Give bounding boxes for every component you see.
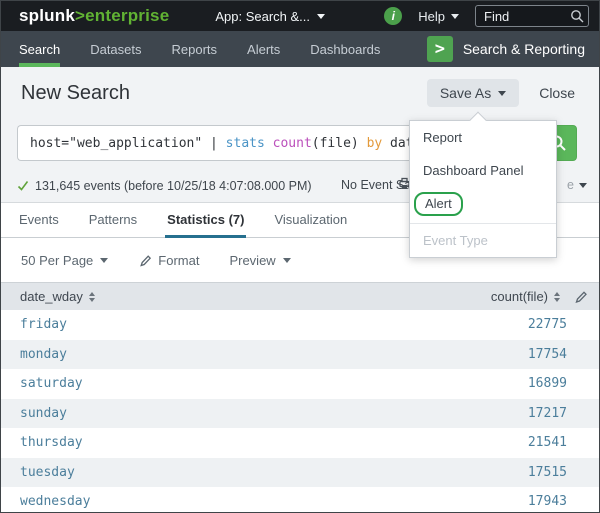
splunk-app-icon[interactable]: > [427, 36, 453, 62]
events-count-text: 131,645 events (before 10/25/18 4:07:08.… [35, 179, 312, 193]
events-count: 131,645 events (before 10/25/18 4:07:08.… [17, 179, 312, 193]
splunk-window: splunk>enterprise App: Search &... i Hel… [0, 0, 600, 513]
logo-gt-glyph: > [75, 6, 85, 25]
chevron-down-icon [579, 183, 587, 188]
column-label: date_wday [20, 289, 83, 304]
cell-date-wday[interactable]: monday [20, 347, 67, 362]
save-as-label: Save As [440, 85, 491, 101]
app-nav-bar: Search Datasets Reports Alerts Dashboard… [1, 31, 599, 67]
query-token-keyword: by [367, 136, 383, 151]
close-button[interactable]: Close [539, 85, 575, 101]
chevron-down-icon [317, 14, 325, 19]
page-title: New Search [21, 82, 130, 105]
tab-events[interactable]: Events [17, 212, 61, 237]
cell-date-wday[interactable]: friday [20, 317, 67, 332]
cell-count[interactable]: 22775 [528, 317, 567, 332]
logo-enterprise-text: enterprise [85, 6, 169, 25]
cell-count[interactable]: 21541 [528, 435, 567, 450]
chevron-down-icon [100, 258, 108, 263]
cell-date-wday[interactable]: tuesday [20, 465, 75, 480]
table-row: thursday 21541 [1, 428, 599, 458]
help-menu[interactable]: Help [418, 9, 459, 24]
table-row: saturday 16899 [1, 369, 599, 399]
sort-icon [89, 292, 95, 302]
save-as-button[interactable]: Save As [427, 79, 519, 107]
cell-date-wday[interactable]: thursday [20, 435, 83, 450]
pencil-icon [138, 254, 151, 267]
app-name: Search & Reporting [463, 41, 587, 57]
cell-date-wday[interactable]: saturday [20, 376, 83, 391]
format-label: Format [158, 253, 199, 268]
query-token: host="web_application" | [30, 136, 226, 151]
splunk-logo[interactable]: splunk>enterprise [19, 6, 169, 26]
query-token: (file) [312, 136, 367, 151]
per-page-menu[interactable]: 50 Per Page [21, 253, 108, 268]
cell-count[interactable]: 17515 [528, 465, 567, 480]
check-icon [17, 180, 29, 192]
nav-item-reports[interactable]: Reports [172, 31, 218, 67]
menu-item-alert[interactable]: Alert [410, 187, 556, 220]
per-page-label: 50 Per Page [21, 253, 93, 268]
cell-count[interactable]: 17943 [528, 494, 567, 509]
app-menu-label: App: Search &... [215, 9, 310, 24]
table-row: wednesday 17943 [1, 487, 599, 513]
app-identity: > Search & Reporting [427, 36, 587, 62]
format-button[interactable]: Format [138, 253, 199, 268]
nav-item-alerts[interactable]: Alerts [247, 31, 280, 67]
topbar-right: i Help [384, 5, 589, 27]
preview-menu[interactable]: Preview [229, 253, 290, 268]
chevron-down-icon [283, 258, 291, 263]
column-label: count(file) [491, 289, 548, 304]
query-token-command: stats [226, 136, 265, 151]
cell-count[interactable]: 17754 [528, 347, 567, 362]
chevron-down-icon [498, 91, 506, 96]
statistics-table: date_wday count(file) friday 22775 monda… [1, 282, 599, 513]
query-token-function: count [273, 136, 312, 151]
info-icon[interactable]: i [384, 7, 402, 25]
chevron-down-icon [451, 14, 459, 19]
pencil-icon [574, 290, 587, 303]
save-as-dropdown: Report Dashboard Panel Alert Event Type [409, 120, 557, 258]
column-header-date-wday[interactable]: date_wday [20, 289, 95, 304]
table-header: date_wday count(file) [1, 282, 599, 310]
app-menu[interactable]: App: Search &... [215, 9, 325, 24]
column-header-count-file[interactable]: count(file) [491, 289, 560, 304]
header-actions: Save As Close [427, 79, 575, 107]
logo-splunk-text: splunk [19, 6, 75, 25]
cell-count[interactable]: 17217 [528, 406, 567, 421]
preview-label: Preview [229, 253, 275, 268]
menu-item-dashboard-panel[interactable]: Dashboard Panel [410, 154, 556, 187]
cell-count[interactable]: 16899 [528, 376, 567, 391]
nav-item-search[interactable]: Search [19, 31, 60, 67]
nav-item-dashboards[interactable]: Dashboards [310, 31, 380, 67]
top-bar: splunk>enterprise App: Search &... i Hel… [1, 1, 599, 31]
edit-columns-button[interactable] [574, 290, 587, 303]
cell-date-wday[interactable]: sunday [20, 406, 67, 421]
find-search [475, 5, 589, 27]
menu-item-report[interactable]: Report [410, 121, 556, 154]
search-icon [570, 9, 584, 23]
help-label: Help [418, 9, 445, 24]
search-mode-menu[interactable]: e [567, 178, 587, 192]
query-token [265, 136, 273, 151]
tab-visualization[interactable]: Visualization [272, 212, 349, 237]
menu-item-event-type: Event Type [410, 223, 556, 257]
table-row: friday 22775 [1, 310, 599, 340]
alert-highlight-ring[interactable]: Alert [414, 192, 463, 216]
search-mode-partial-text: e [567, 178, 574, 192]
tab-statistics[interactable]: Statistics (7) [165, 212, 246, 237]
page-header: New Search Save As Close [1, 67, 599, 119]
table-row: monday 17754 [1, 340, 599, 370]
cell-date-wday[interactable]: wednesday [20, 494, 90, 509]
tab-patterns[interactable]: Patterns [87, 212, 139, 237]
table-row: sunday 17217 [1, 399, 599, 429]
nav-item-datasets[interactable]: Datasets [90, 31, 141, 67]
sort-icon [554, 292, 560, 302]
table-row: tuesday 17515 [1, 458, 599, 488]
